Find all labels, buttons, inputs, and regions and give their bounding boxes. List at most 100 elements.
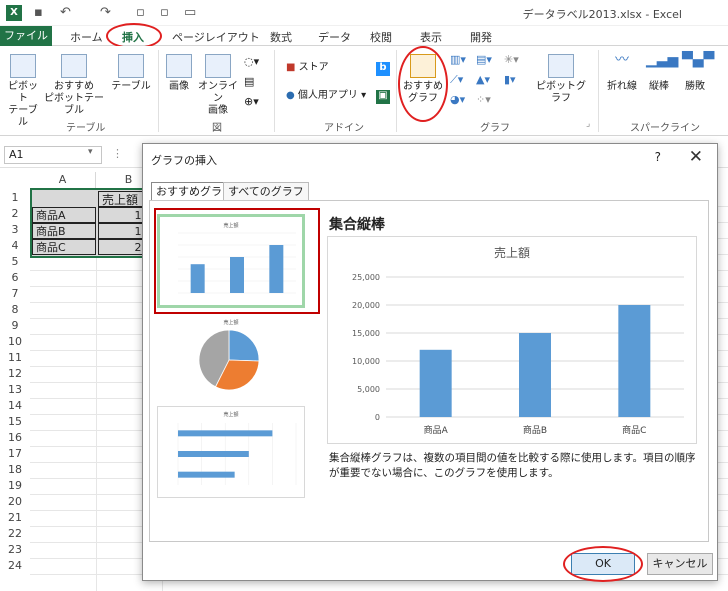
tab-data[interactable]: データ [318, 29, 351, 45]
row-header[interactable]: 23 [0, 542, 30, 558]
column-chart-icon[interactable]: ▥▾ [450, 54, 466, 66]
row-header[interactable]: 21 [0, 510, 30, 526]
bing-maps-icon[interactable]: b [376, 62, 390, 76]
row-header[interactable]: 4 [0, 238, 30, 254]
scatter-chart-icon[interactable]: ⁘▾ [476, 94, 491, 106]
row-header[interactable]: 5 [0, 254, 30, 270]
pivot-chart-icon [548, 54, 574, 78]
bar-chart-icon[interactable]: ▤▾ [476, 54, 492, 66]
y-tick-label: 20,000 [352, 301, 380, 310]
thumb-bar-title: 売上額 [223, 411, 238, 418]
row-header[interactable]: 16 [0, 430, 30, 446]
tab-all-charts[interactable]: すべてのグラフ [223, 182, 309, 200]
picture-button[interactable]: 画像 [162, 54, 196, 93]
row-header[interactable]: 12 [0, 366, 30, 382]
store-icon: ■ [286, 62, 296, 73]
sparkline-column-button[interactable]: ▁▃▅ 縦棒 [644, 52, 679, 93]
row-header[interactable]: 24 [0, 558, 30, 574]
formula-bar-separator: ⋮ [112, 147, 123, 160]
combo-chart-icon[interactable]: ▮▾ [504, 74, 516, 86]
cell-a2[interactable]: 商品A [32, 207, 96, 223]
preview-chart-title: 売上額 [494, 245, 530, 260]
row-header[interactable]: 8 [0, 302, 30, 318]
people-graph-icon[interactable]: ▣ [376, 90, 390, 104]
row-header[interactable]: 11 [0, 350, 30, 366]
group-label-sparklines: スパークライン [630, 123, 700, 134]
row-header[interactable]: 1 [0, 190, 30, 206]
ribbon: ピボット テーブル おすすめ ピボットテーブル テーブル テーブル 画像 オンラ… [0, 46, 728, 136]
thumbnail-bar[interactable]: 売上額 [157, 406, 305, 498]
pivot-chart-button[interactable]: ピボットグラフ [532, 54, 590, 105]
save-icon[interactable]: ▪ [34, 5, 43, 20]
new-file-icon[interactable]: ▫ [160, 5, 169, 20]
chart-preview: 売上額 0 5,000 10,000 15,000 20,000 25,000 商品A 商品B… [327, 236, 697, 444]
table-button[interactable]: テーブル [110, 54, 152, 93]
tab-review[interactable]: 校閲 [370, 29, 392, 45]
print-preview-icon[interactable]: ▫ [136, 5, 145, 20]
pie-chart-icon[interactable]: ◕▾ [450, 94, 465, 106]
table-icon [118, 54, 144, 78]
row-header[interactable]: 9 [0, 318, 30, 334]
open-folder-icon[interactable]: ▭ [184, 5, 196, 20]
tab-formulas[interactable]: 数式 [270, 29, 292, 45]
bar [618, 305, 651, 417]
thumbnail-pie-chart: 売上額 [198, 319, 260, 391]
y-tick-label: 25,000 [352, 273, 380, 282]
shapes-icon[interactable]: ◌▾ [244, 56, 259, 68]
cancel-button[interactable]: キャンセル [647, 553, 713, 575]
row-header[interactable]: 2 [0, 206, 30, 222]
stock-chart-icon[interactable]: ▲▾ [476, 74, 490, 86]
cell-a4[interactable]: 商品C [32, 239, 96, 255]
screenshot-icon[interactable]: ⊕▾ [244, 96, 259, 108]
undo-icon[interactable]: ↶ [60, 5, 71, 20]
tab-home[interactable]: ホーム [70, 29, 103, 45]
apps-icon: ● [286, 90, 295, 101]
pivot-table-button[interactable]: ピボット テーブル [4, 54, 42, 129]
sparkline-winloss-button[interactable]: ▀▄▀ 勝敗 [680, 53, 714, 93]
line-chart-icon[interactable]: ⟋▾ [450, 74, 463, 86]
row-header[interactable]: 15 [0, 414, 30, 430]
row-header[interactable]: 10 [0, 334, 30, 350]
row-header[interactable]: 14 [0, 398, 30, 414]
name-box-dropdown-icon[interactable]: ▾ [88, 147, 93, 157]
group-label-table: テーブル [66, 123, 106, 134]
pivot-table-icon [10, 54, 36, 78]
thumbnail-pie[interactable]: 売上額 [157, 316, 305, 402]
row-header[interactable]: 22 [0, 526, 30, 542]
column-header-a[interactable]: A [30, 172, 96, 188]
close-icon[interactable]: ✕ [689, 147, 703, 167]
y-tick-label: 10,000 [352, 357, 380, 366]
excel-logo-icon: X [6, 5, 22, 21]
help-button[interactable]: ? [655, 150, 661, 164]
x-tick-label: 商品A [424, 424, 449, 436]
row-header[interactable]: 19 [0, 478, 30, 494]
row-header[interactable]: 18 [0, 462, 30, 478]
tab-developer[interactable]: 開発 [470, 29, 492, 45]
row-header[interactable]: 3 [0, 222, 30, 238]
dialog-title: グラフの挿入 [151, 154, 217, 167]
row-header[interactable]: 7 [0, 286, 30, 302]
store-button[interactable]: ■ ストア [286, 62, 329, 74]
charts-dialog-launcher-icon[interactable]: ⌟ [586, 118, 590, 130]
sparkline-line-icon: 〰 [615, 52, 629, 68]
sparkline-column-icon: ▁▃▅ [646, 52, 679, 68]
group-label-charts: グラフ [480, 123, 510, 134]
group-label-addins: アドイン [324, 123, 364, 134]
recommended-pivot-button[interactable]: おすすめ ピボットテーブル [44, 54, 104, 117]
sparkline-line-button[interactable]: 〰折れ線 [604, 52, 640, 93]
row-header[interactable]: 6 [0, 270, 30, 286]
thumb-hbar [178, 430, 273, 437]
row-header[interactable]: 17 [0, 446, 30, 462]
online-picture-button[interactable]: オンライン 画像 [198, 54, 238, 117]
tab-page-layout[interactable]: ページレイアウト [172, 29, 260, 45]
radar-chart-icon[interactable]: ✳▾ [504, 54, 519, 66]
personal-apps-button[interactable]: ● 個人用アプリ ▾ [286, 90, 366, 102]
tab-file[interactable]: ファイル [0, 26, 52, 46]
row-header[interactable]: 13 [0, 382, 30, 398]
row-header[interactable]: 20 [0, 494, 30, 510]
smartart-icon[interactable]: ▤ [244, 76, 254, 88]
tab-view[interactable]: 表示 [420, 29, 442, 45]
cell-a3[interactable]: 商品B [32, 223, 96, 239]
redo-icon[interactable]: ↷ [100, 5, 111, 20]
thumb-pie-slices [198, 329, 260, 391]
